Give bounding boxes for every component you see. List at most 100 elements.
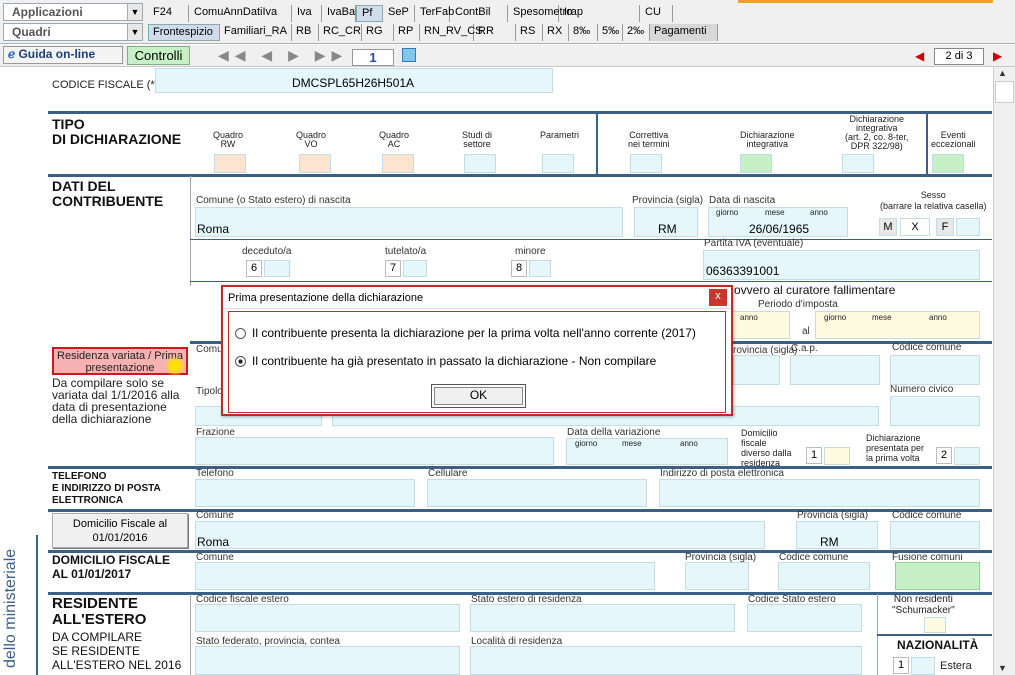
stato-estero-field[interactable] xyxy=(470,604,735,632)
tipo-item-checkbox[interactable] xyxy=(932,154,964,173)
applicazioni-dropdown[interactable]: Applicazioni ▼ xyxy=(3,3,143,21)
prima-volta-label: Dichiarazione presentata per la prima vo… xyxy=(866,433,925,463)
tutelato-field[interactable] xyxy=(403,260,427,277)
codice-stato-field[interactable] xyxy=(747,604,862,632)
tab-f24[interactable]: F24 xyxy=(148,5,189,22)
giorno-label: giorno xyxy=(824,313,847,322)
sesso-m-box[interactable]: M xyxy=(879,218,897,236)
comune-domicilio-field[interactable] xyxy=(195,521,765,549)
email-field[interactable] xyxy=(659,479,980,507)
codice-comune-field[interactable] xyxy=(890,355,980,385)
prima-presentazione-dialog: Prima presentazione della dichiarazione … xyxy=(221,285,733,416)
tab-sep[interactable]: SeP xyxy=(383,5,415,22)
scrollbar-thumb[interactable] xyxy=(995,81,1014,103)
prev-page-icon[interactable]: ◀ xyxy=(915,49,924,63)
cap-field[interactable] xyxy=(790,355,880,385)
comune-2017-field[interactable] xyxy=(195,562,655,590)
close-button[interactable]: x xyxy=(709,289,727,306)
tab2-7[interactable]: RR xyxy=(474,24,516,41)
mese-label: mese xyxy=(765,208,785,217)
quadri-label: Quadri xyxy=(12,25,51,39)
tab2-11[interactable]: 5‰ xyxy=(598,24,623,41)
tab-ivabase[interactable]: IvaBase xyxy=(322,5,367,22)
telefono-field[interactable] xyxy=(195,479,415,507)
option-1-radio[interactable] xyxy=(235,327,246,339)
tipo-item-checkbox[interactable] xyxy=(842,154,874,173)
tipo-item-checkbox[interactable] xyxy=(542,154,574,173)
minore-field[interactable] xyxy=(529,260,551,277)
tipo-item-checkbox[interactable] xyxy=(740,154,772,173)
tab2-2[interactable]: RB xyxy=(292,24,319,41)
vertical-scrollbar[interactable]: ▲ ▼ xyxy=(993,67,1015,675)
tab-comuanndatiiva[interactable]: ComuAnnDatiIva xyxy=(189,5,292,22)
tab2-0[interactable]: Frontespizio xyxy=(148,24,220,41)
controlli-button[interactable]: Controlli xyxy=(127,46,190,65)
tipo-item-checkbox[interactable] xyxy=(299,154,331,173)
deceduto-field[interactable] xyxy=(264,260,290,277)
tipo-item-checkbox[interactable] xyxy=(464,154,496,173)
data-nascita-label: Data di nascita xyxy=(709,195,776,206)
scroll-down-icon[interactable]: ▼ xyxy=(998,663,1007,673)
guida-button[interactable]: ℯ Guida on-line xyxy=(3,46,123,64)
tipo-item-checkbox[interactable] xyxy=(382,154,414,173)
prima-volta-field[interactable] xyxy=(954,447,980,465)
tab2-9[interactable]: RX xyxy=(543,24,569,41)
numero-civico-field[interactable] xyxy=(890,396,980,426)
divider xyxy=(877,634,992,636)
codice-comune-2017-field[interactable] xyxy=(778,562,870,590)
localita-field[interactable] xyxy=(470,646,862,675)
option-2[interactable]: Il contribuente ha già presentato in pas… xyxy=(235,354,656,368)
sesso-f-box[interactable]: F xyxy=(936,218,954,236)
tab2-10[interactable]: 8‰ xyxy=(569,24,598,41)
tab-contbil[interactable]: ContBil xyxy=(450,5,508,22)
chevron-down-icon[interactable]: ▼ xyxy=(127,4,142,20)
provincia-domicilio-value: RM xyxy=(820,535,839,549)
domicilio-fiscale-button[interactable]: Domicilio Fiscale al 01/01/2016 xyxy=(52,513,188,548)
codice-comune-domicilio-field[interactable] xyxy=(890,521,980,549)
frazione-field[interactable] xyxy=(195,437,554,465)
comune-domicilio-value: Roma xyxy=(197,535,230,549)
tab-spesometro[interactable]: Spesometro xyxy=(508,5,572,22)
sesso-m-checkbox[interactable]: X xyxy=(900,218,930,236)
search-page-icon[interactable] xyxy=(402,48,416,62)
tab2-12[interactable]: 2‰ xyxy=(623,24,650,41)
schumacker-checkbox[interactable] xyxy=(924,617,946,633)
partita-iva-value: 06363391001 xyxy=(706,264,780,278)
provincia-2017-field[interactable] xyxy=(685,562,749,590)
tab-irap[interactable]: Irap xyxy=(559,5,640,22)
next-page-icon[interactable]: ▶ xyxy=(993,49,1002,63)
fusione-comuni-field[interactable] xyxy=(895,562,980,590)
divider xyxy=(48,466,992,469)
tab-terfab[interactable]: TerFab xyxy=(415,5,454,22)
nazionalita-estera-field[interactable] xyxy=(911,657,935,675)
tab2-4[interactable]: RG xyxy=(362,24,394,41)
tipo-item-checkbox[interactable] xyxy=(214,154,246,173)
tab2-1[interactable]: Familiari_RA xyxy=(220,24,292,41)
tab2-13[interactable]: Pagamenti xyxy=(650,24,718,41)
option-2-radio[interactable] xyxy=(235,355,246,367)
quadri-dropdown[interactable]: Quadri ▼ xyxy=(3,23,143,41)
comune-nascita-field[interactable] xyxy=(195,207,623,237)
tab2-8[interactable]: RS xyxy=(516,24,543,41)
stato-federato-field[interactable] xyxy=(195,646,460,675)
tab2-3[interactable]: RC_CR xyxy=(319,24,362,41)
chevron-down-icon[interactable]: ▼ xyxy=(127,24,142,40)
tab-pf[interactable]: Pf xyxy=(356,5,383,22)
scroll-up-icon[interactable]: ▲ xyxy=(998,68,1007,78)
domicilio-diverso-field[interactable] xyxy=(824,447,850,465)
tipo-item-checkbox[interactable] xyxy=(630,154,662,173)
page-number-input[interactable]: 1 xyxy=(352,49,394,66)
option-1[interactable]: Il contribuente presenta la dichiarazion… xyxy=(235,326,696,340)
applicazioni-label: Applicazioni xyxy=(12,5,83,19)
codice-fiscale-estero-field[interactable] xyxy=(195,604,460,632)
sesso-f-checkbox[interactable] xyxy=(956,218,980,236)
provincia-residenza-field[interactable] xyxy=(733,355,780,385)
ok-button[interactable]: OK xyxy=(431,384,526,408)
tab2-6[interactable]: RN_RV_CS xyxy=(420,24,483,41)
cellulare-field[interactable] xyxy=(427,479,647,507)
tab-cu[interactable]: CU xyxy=(640,5,673,22)
mese-label: mese xyxy=(622,439,642,448)
divider xyxy=(190,176,191,286)
tab-iva[interactable]: Iva xyxy=(292,5,322,22)
tab2-5[interactable]: RP xyxy=(394,24,420,41)
